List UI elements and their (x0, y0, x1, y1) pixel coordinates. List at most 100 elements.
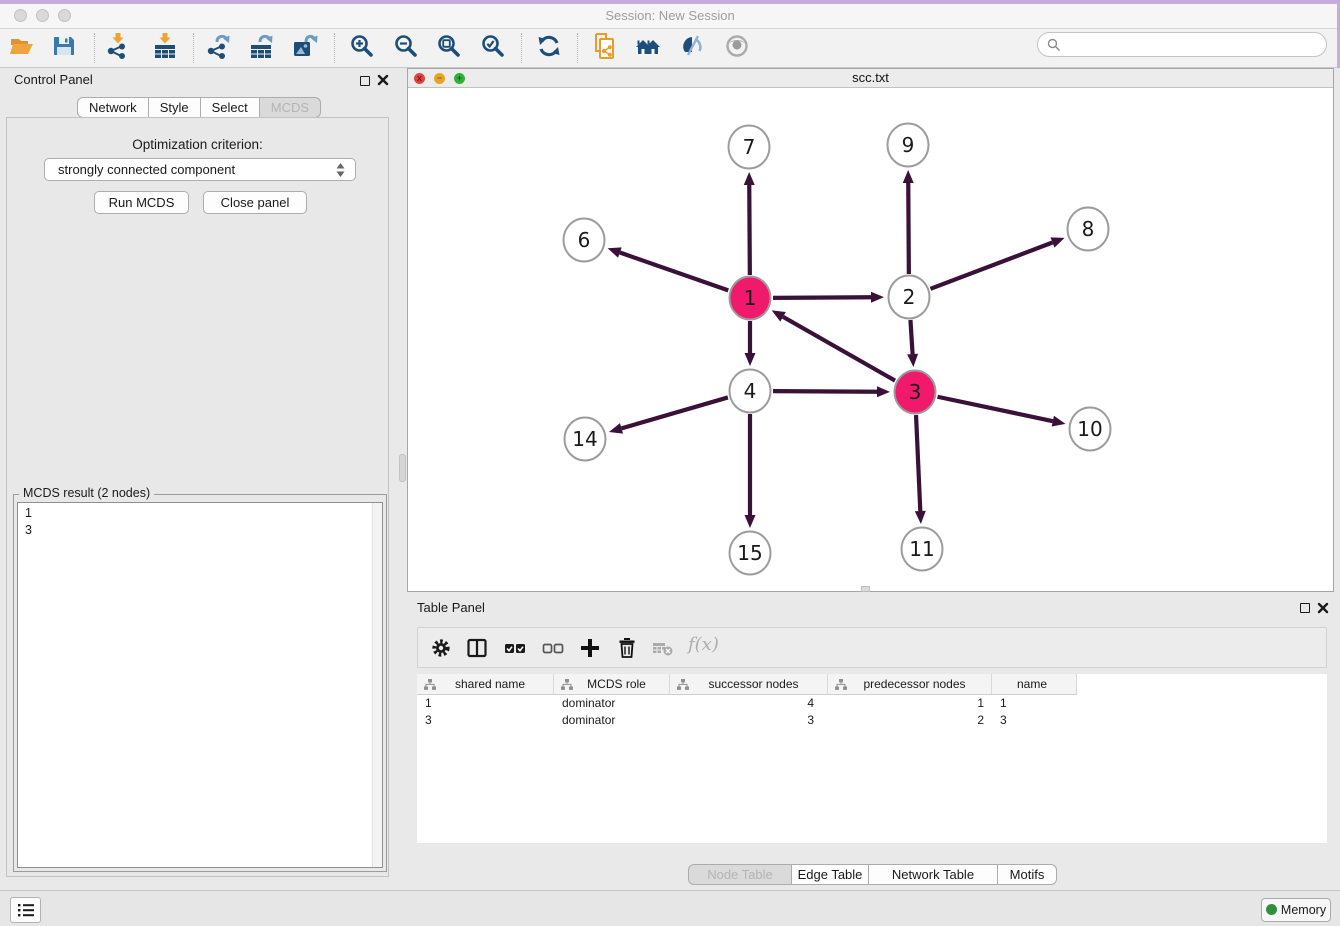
column-layout-icon[interactable] (466, 637, 488, 659)
svg-text:8: 8 (1082, 217, 1095, 241)
graph-node-8[interactable]: 8 (1068, 208, 1109, 251)
column-header-successor-nodes[interactable]: successor nodes (670, 674, 828, 695)
table-header-row: shared name MCDS role successor nodes pr… (417, 674, 1327, 695)
table-panel-close-icon[interactable] (1317, 602, 1329, 614)
node-table: shared name MCDS role successor nodes pr… (417, 674, 1327, 843)
table-panel-title: Table Panel (417, 600, 485, 615)
table-panel-tabs: Node Table Edge Table Network Table Moti… (688, 864, 1057, 885)
mcds-result-textarea[interactable]: 1 3 (17, 502, 383, 868)
memory-status-icon (1266, 904, 1277, 915)
edge-4-3[interactable] (773, 391, 877, 392)
import-table-icon[interactable] (152, 33, 178, 59)
delete-table-icon[interactable] (652, 637, 674, 659)
zoom-window-button[interactable] (58, 9, 71, 22)
tab-node-table[interactable]: Node Table (688, 864, 792, 885)
tree-icon (676, 678, 690, 691)
close-window-button[interactable] (14, 9, 27, 22)
edge-1-2[interactable] (773, 297, 871, 298)
deselect-all-checkboxes-icon[interactable] (542, 637, 564, 659)
column-header-mcds-role[interactable]: MCDS role (554, 674, 670, 695)
show-graphics-details-icon[interactable] (724, 33, 750, 59)
graph-node-1[interactable]: 1 (730, 277, 771, 320)
graph-node-14[interactable]: 14 (565, 418, 606, 461)
function-builder-icon[interactable]: f(x) (688, 634, 719, 655)
svg-text:14: 14 (572, 427, 597, 451)
select-all-checkboxes-icon[interactable] (504, 637, 526, 659)
memory-button[interactable]: Memory (1261, 898, 1331, 922)
graph-node-15[interactable]: 15 (730, 532, 771, 575)
clone-network-icon[interactable] (591, 33, 617, 59)
toolbar-separator (94, 33, 95, 63)
control-panel-float-icon[interactable] (360, 76, 370, 86)
first-neighbors-icon[interactable] (635, 33, 661, 59)
settings-gear-icon[interactable] (430, 637, 452, 659)
refresh-icon[interactable] (536, 33, 562, 59)
tab-motifs[interactable]: Motifs (997, 864, 1057, 885)
mcds-result-line: 3 (18, 522, 382, 539)
table-panel-float-icon[interactable] (1300, 603, 1310, 613)
network-minimize-button[interactable]: − (434, 73, 445, 84)
toolbar-separator (577, 33, 578, 63)
graph-node-4[interactable]: 4 (730, 370, 771, 413)
zoom-out-icon[interactable] (393, 33, 419, 59)
add-column-icon[interactable] (579, 637, 601, 659)
tab-network-table[interactable]: Network Table (868, 864, 998, 885)
tab-mcds[interactable]: MCDS (259, 97, 321, 118)
column-header-name[interactable]: name (992, 674, 1077, 695)
optimization-criterion-select[interactable]: strongly connected component (44, 158, 356, 181)
table-row[interactable]: 1 dominator 4 1 1 (417, 695, 1327, 712)
table-row[interactable]: 3 dominator 3 2 3 (417, 712, 1327, 729)
hide-graphics-details-icon[interactable] (679, 33, 705, 59)
run-mcds-button[interactable]: Run MCDS (94, 191, 189, 214)
close-panel-button[interactable]: Close panel (203, 191, 307, 214)
save-session-icon[interactable] (51, 33, 77, 59)
column-header-shared-name[interactable]: shared name (417, 674, 554, 695)
tab-select[interactable]: Select (200, 97, 260, 118)
toolbar-separator (521, 33, 522, 63)
edge-1-6[interactable] (620, 253, 728, 291)
edge-1-7[interactable] (749, 185, 750, 275)
edge-2-3[interactable] (910, 320, 912, 354)
edge-2-9[interactable] (908, 183, 909, 274)
tab-edge-table[interactable]: Edge Table (791, 864, 869, 885)
minimize-window-button[interactable] (36, 9, 49, 22)
svg-text:1: 1 (744, 286, 757, 310)
zoom-in-icon[interactable] (349, 33, 375, 59)
mcds-result-line: 1 (18, 505, 382, 522)
export-table-icon[interactable] (248, 33, 274, 59)
open-session-icon[interactable] (9, 33, 35, 59)
result-scrollbar[interactable] (372, 503, 382, 867)
zoom-selected-icon[interactable] (480, 33, 506, 59)
network-canvas[interactable]: 7 9 6 8 1 2 4 3 14 10 15 11 (408, 88, 1333, 591)
edge-3-10[interactable] (938, 397, 1053, 421)
graph-node-6[interactable]: 6 (564, 219, 605, 262)
edge-4-14[interactable] (621, 397, 727, 428)
export-image-icon[interactable] (292, 33, 318, 59)
control-panel-close-icon[interactable] (377, 74, 389, 86)
edge-2-8[interactable] (931, 242, 1053, 288)
graph-node-7[interactable]: 7 (729, 126, 770, 169)
graph-node-2[interactable]: 2 (889, 276, 930, 319)
delete-column-icon[interactable] (616, 637, 638, 659)
edge-3-11[interactable] (916, 415, 920, 511)
graph-node-10[interactable]: 10 (1070, 408, 1111, 451)
edge-3-1[interactable] (783, 317, 895, 381)
column-header-predecessor-nodes[interactable]: predecessor nodes (828, 674, 992, 695)
export-network-icon[interactable] (205, 33, 231, 59)
network-maximize-button[interactable]: + (454, 73, 465, 84)
network-splitter-handle[interactable] (861, 586, 870, 592)
tab-network[interactable]: Network (77, 97, 149, 118)
panel-splitter-handle[interactable] (399, 454, 406, 482)
tab-style[interactable]: Style (148, 97, 201, 118)
toolbar-separator (334, 33, 335, 63)
search-input[interactable] (1066, 35, 1316, 54)
edge-arrowhead (1051, 237, 1065, 247)
graph-node-3[interactable]: 3 (895, 371, 936, 414)
network-close-button[interactable]: x (414, 73, 425, 84)
import-network-icon[interactable] (105, 33, 131, 59)
graph-node-11[interactable]: 11 (902, 528, 943, 571)
graph-node-9[interactable]: 9 (888, 124, 929, 167)
zoom-fit-icon[interactable] (436, 33, 462, 59)
task-history-button[interactable] (10, 897, 41, 923)
edge-arrowhead (1052, 416, 1066, 427)
